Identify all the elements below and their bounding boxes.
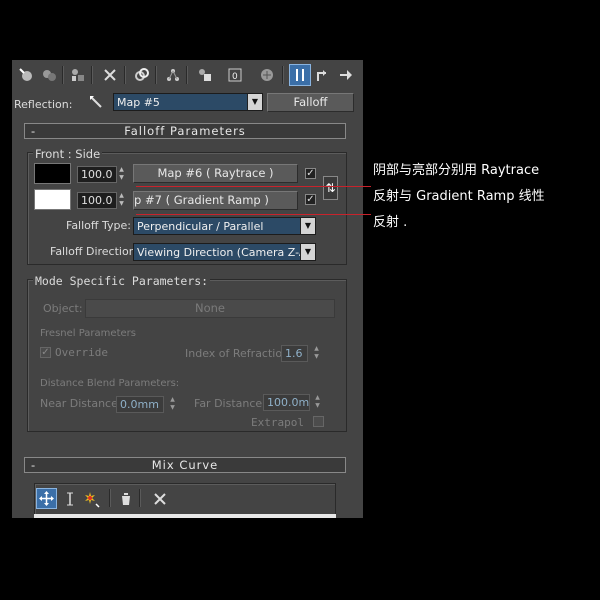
extrapolate-checkbox[interactable] (313, 416, 324, 427)
toolbar-separator (155, 66, 157, 84)
front-side-label: Front : Side (33, 147, 103, 161)
toolbar-separator (109, 489, 111, 507)
mix-curve-graph[interactable] (34, 514, 336, 518)
reflection-map-select[interactable]: Map #5 ▼ (113, 93, 263, 111)
far-distance-spinner[interactable]: ▲ ▼ (313, 394, 322, 411)
falloff-direction-value: Viewing Direction (Camera Z-Axis) (137, 246, 316, 259)
object-pick-button[interactable]: None (85, 299, 335, 318)
put-to-library-icon[interactable] (163, 65, 183, 85)
falloff-parameters-rollout[interactable]: - Falloff Parameters (24, 123, 346, 139)
fresnel-parameters-label: Fresnel Parameters (40, 328, 136, 339)
go-forward-icon[interactable] (336, 65, 356, 85)
annotation-text: 阴部与亮部分别用 Raytrace 反射与 Gradient Ramp 线性 反… (373, 158, 598, 236)
side-color-swatch[interactable] (34, 189, 71, 210)
toolbar-separator (139, 489, 141, 507)
mix-curve-rollout[interactable]: - Mix Curve (24, 457, 346, 473)
front-amount-input[interactable]: 100.0 (77, 166, 117, 183)
front-map-toggle[interactable]: ✓ (305, 168, 316, 179)
reflection-label: Reflection: (14, 98, 73, 111)
chevron-down-icon: ▼ (300, 244, 315, 260)
near-distance-label: Near Distance: (40, 397, 122, 410)
move-icon[interactable] (36, 488, 57, 509)
side-map-button[interactable]: p #7 ( Gradient Ramp ) (133, 191, 298, 210)
pick-material-icon[interactable] (86, 92, 106, 112)
falloff-type-select[interactable]: Perpendicular / Parallel ▼ (133, 217, 316, 235)
delete-point-icon[interactable] (150, 489, 170, 509)
material-editor-panel: 0 Reflection: Map #5 ▼ Falloff - Falloff… (12, 60, 363, 518)
swap-colors-icon[interactable]: ⇅ (323, 176, 338, 200)
falloff-type-value: Perpendicular / Parallel (137, 220, 264, 233)
toolbar-separator (186, 66, 188, 84)
front-amount-spinner[interactable]: ▲ ▼ (117, 166, 126, 183)
make-unique-icon[interactable] (132, 65, 152, 85)
show-map-icon[interactable]: 0 (226, 65, 246, 85)
ior-input[interactable]: 1.6 (281, 345, 308, 362)
side-amount-spinner[interactable]: ▲ ▼ (117, 192, 126, 209)
toolbar-separator (62, 66, 64, 84)
annotation-underline-row1 (136, 186, 371, 187)
falloff-type-label: Falloff Type: (66, 219, 131, 232)
far-distance-label: Far Distance: (194, 397, 266, 410)
falloff-direction-select[interactable]: Viewing Direction (Camera Z-Axis) ▼ (133, 243, 316, 261)
extrapolate-label: Extrapol (251, 416, 304, 429)
annotation-underline-row2 (136, 214, 371, 215)
reflection-map-value: Map #5 (117, 96, 160, 109)
mix-curve-title: Mix Curve (151, 458, 219, 472)
put-to-scene-icon[interactable] (39, 65, 59, 85)
side-amount-input[interactable]: 100.0 (77, 192, 117, 209)
material-effects-icon[interactable] (195, 65, 215, 85)
near-distance-spinner[interactable]: ▲ ▼ (168, 396, 177, 413)
svg-text:0: 0 (232, 72, 238, 82)
annotation-line-1: 阴部与亮部分别用 Raytrace (373, 163, 540, 178)
reset-curve-icon[interactable] (116, 489, 136, 509)
material-editor-toolbar: 0 (12, 60, 363, 92)
chevron-down-icon: ▼ (247, 94, 262, 110)
falloff-direction-label: Falloff Direction: (50, 245, 140, 258)
assign-material-icon[interactable] (68, 65, 88, 85)
far-distance-input[interactable]: 100.0m (263, 394, 310, 411)
go-to-parent-icon[interactable] (312, 65, 332, 85)
front-map-button[interactable]: Map #6 ( Raytrace ) (133, 164, 298, 183)
side-map-toggle[interactable]: ✓ (305, 194, 316, 205)
toolbar-separator (124, 66, 126, 84)
sample-slots-icon[interactable] (16, 65, 36, 85)
show-in-viewport-icon[interactable] (289, 64, 311, 86)
delete-icon[interactable] (100, 65, 120, 85)
near-distance-input[interactable]: 0.0mm (116, 396, 164, 413)
annotation-line-3: 反射 . (373, 215, 408, 230)
object-label: Object: (43, 302, 83, 315)
mode-specific-title: Mode Specific Parameters: (33, 274, 211, 288)
show-end-result-icon[interactable] (257, 65, 277, 85)
map-type-button[interactable]: Falloff (267, 93, 354, 112)
override-checkbox[interactable]: ✓ (40, 347, 51, 358)
ior-spinner[interactable]: ▲ ▼ (312, 345, 321, 362)
chevron-down-icon: ▼ (300, 218, 315, 234)
distance-blend-label: Distance Blend Parameters: (40, 378, 180, 389)
toolbar-separator (91, 66, 93, 84)
ior-label: Index of Refraction (185, 347, 290, 360)
add-point-icon[interactable] (82, 489, 102, 509)
toolbar-separator (282, 66, 284, 84)
front-color-swatch[interactable] (34, 163, 71, 184)
annotation-line-2: 反射与 Gradient Ramp 线性 (373, 189, 545, 204)
scale-point-icon[interactable] (60, 489, 80, 509)
falloff-parameters-title: Falloff Parameters (124, 124, 246, 138)
override-label: Override (55, 346, 108, 359)
